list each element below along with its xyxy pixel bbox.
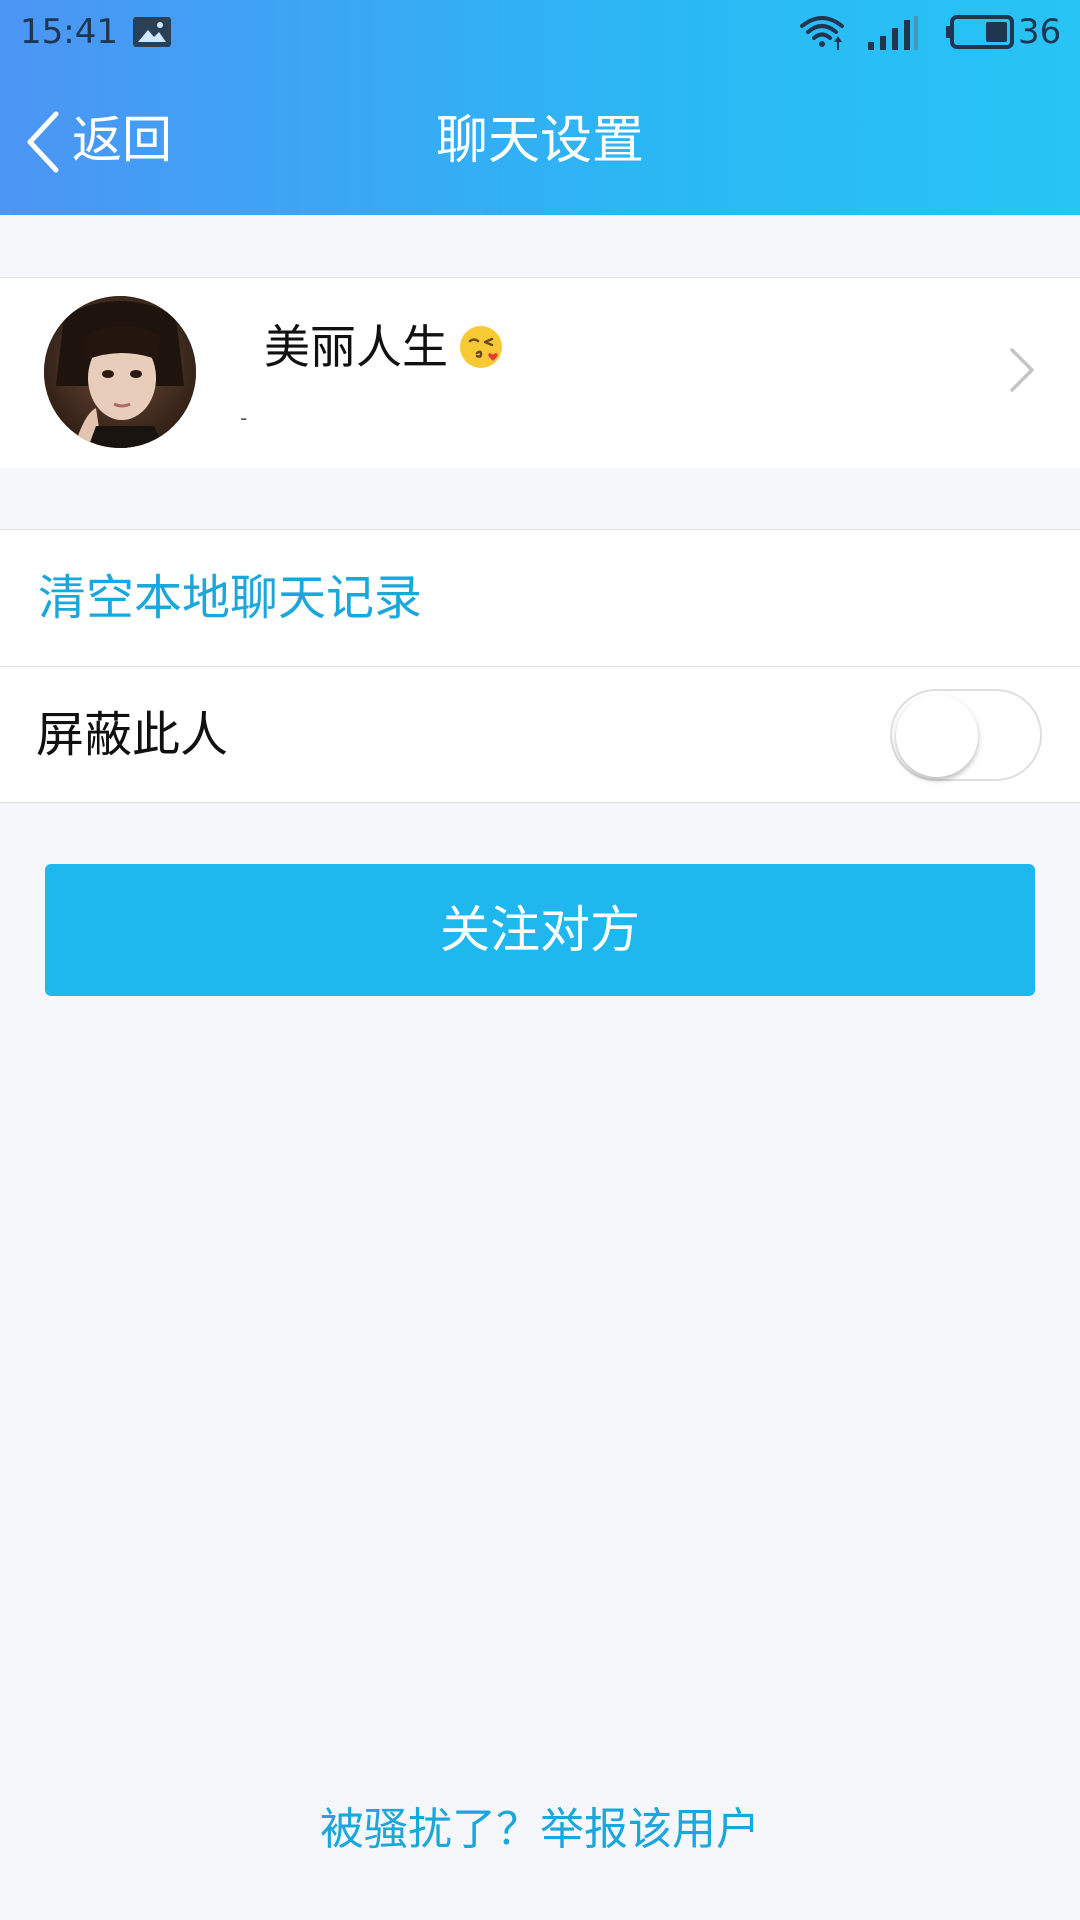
profile-name: 美丽人生 [264, 320, 448, 374]
report-user-link[interactable]: 被骚扰了？举报该用户 [0, 1800, 1080, 1860]
profile-subtitle: - [240, 406, 248, 430]
follow-button[interactable]: 关注对方 [45, 864, 1035, 996]
kissing-face-emoji-icon [460, 326, 503, 368]
clear-chat-records-row[interactable]: 清空本地聊天记录 [0, 529, 1080, 668]
block-user-toggle[interactable] [890, 689, 1042, 781]
profile-row[interactable]: 美丽人生 - [0, 277, 1080, 468]
follow-button-label: 关注对方 [440, 901, 640, 959]
block-user-label: 屏蔽此人 [36, 707, 229, 763]
nav-bar: 返回 聊天设置 [0, 64, 1080, 215]
avatar-image [44, 296, 196, 448]
battery-level: 36 [1018, 12, 1062, 52]
header: 15:41 36 返回 聊天设置 [0, 0, 1080, 215]
battery-icon [946, 15, 1014, 49]
signal-icon [868, 16, 918, 50]
chevron-right-icon [1010, 348, 1034, 392]
avatar [44, 296, 196, 448]
page-title: 聊天设置 [435, 111, 644, 171]
block-user-row: 屏蔽此人 [0, 667, 1080, 803]
profile-name-wrap: 美丽人生 [264, 316, 505, 380]
clear-chat-records-label: 清空本地聊天记录 [38, 570, 423, 626]
wifi-icon [800, 16, 844, 50]
image-notification-icon [133, 17, 171, 47]
toggle-knob [896, 695, 978, 777]
chat-settings-screen: 15:41 36 返回 聊天设置 美丽人生 - 清空本地聊天记录 屏蔽此人 关注… [0, 0, 1080, 1920]
status-time: 15:41 [20, 12, 118, 52]
status-bar: 15:41 36 [0, 0, 1080, 64]
